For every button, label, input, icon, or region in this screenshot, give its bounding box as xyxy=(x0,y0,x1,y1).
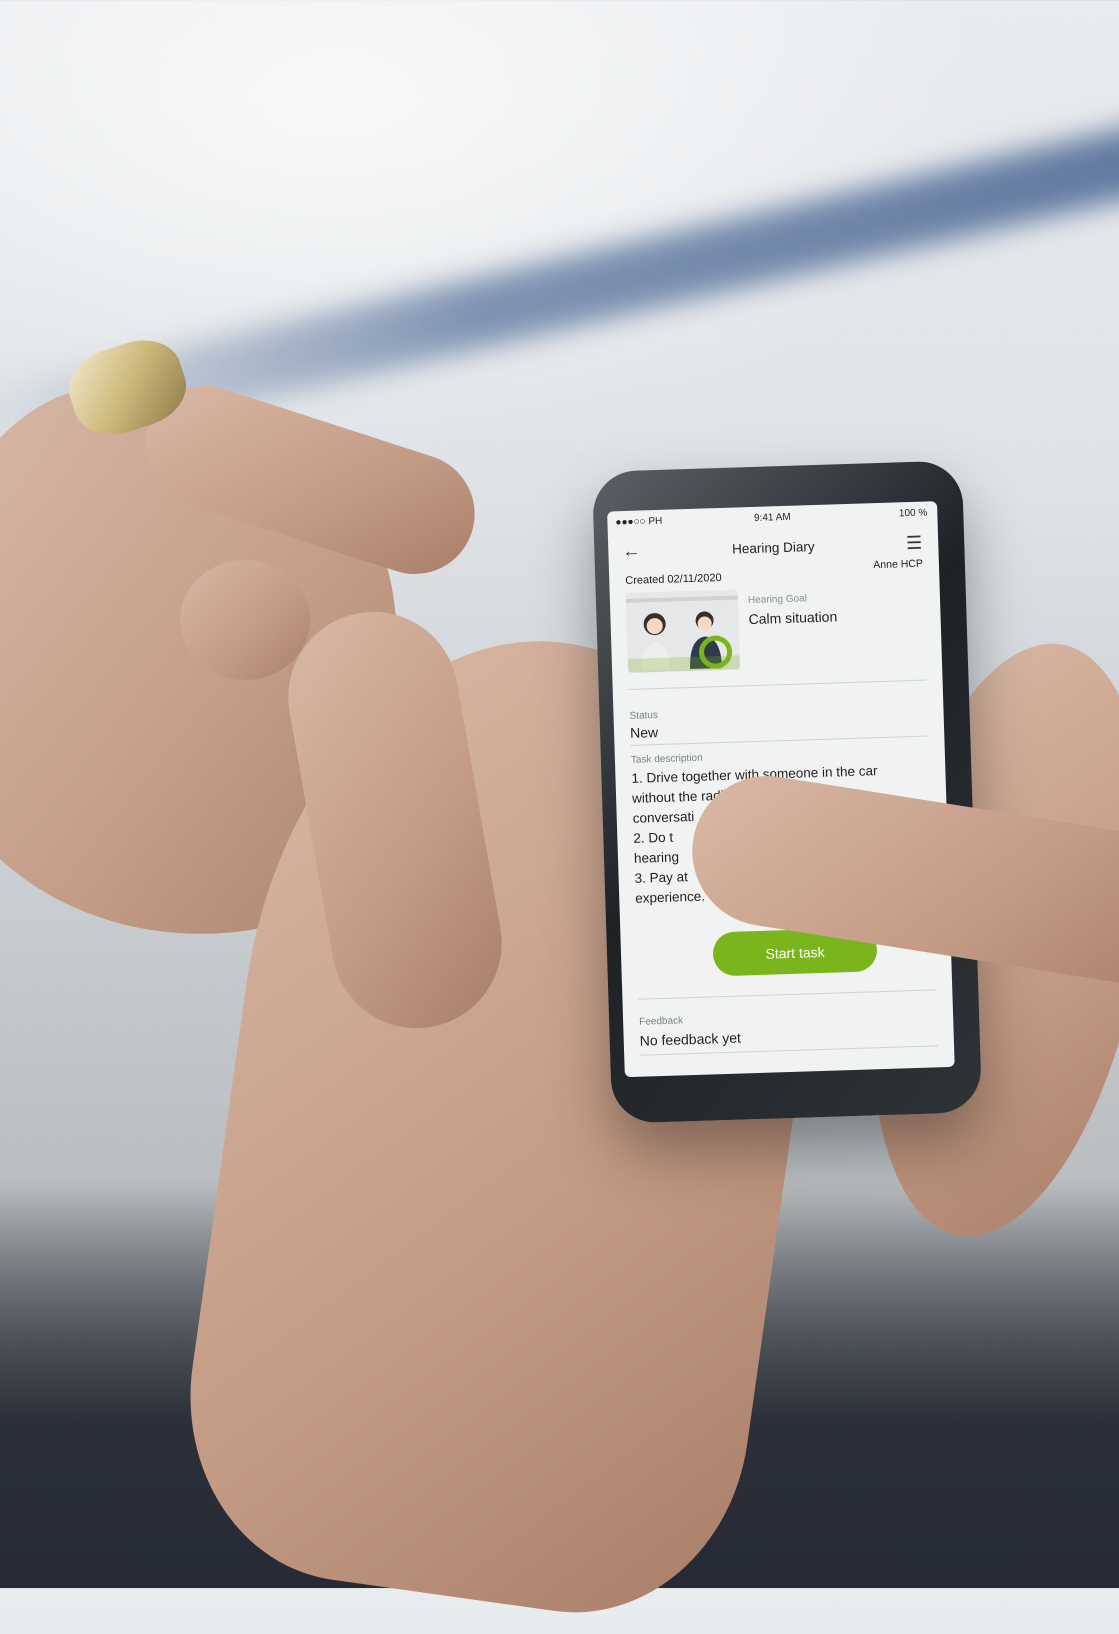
author-name: Anne HCP xyxy=(873,557,924,572)
divider xyxy=(638,989,937,1000)
car-illustration xyxy=(625,589,741,673)
feedback-value: No feedback yet xyxy=(639,1029,742,1049)
hearing-goal-label: Hearing Goal xyxy=(747,593,808,607)
left-thumb xyxy=(180,560,310,680)
divider xyxy=(628,679,927,690)
feedback-label: Feedback xyxy=(638,1015,684,1028)
status-label: Status xyxy=(629,710,659,722)
hamburger-menu-icon[interactable]: ☰ xyxy=(906,533,923,554)
clock: 9:41 AM xyxy=(753,511,791,524)
hearing-goal-value: Calm situation xyxy=(748,608,838,628)
divider xyxy=(630,735,929,746)
battery-indicator: 100 % xyxy=(898,507,928,520)
task-description-label: Task description xyxy=(630,752,703,766)
status-value: New xyxy=(629,724,659,741)
created-date: Created 02/11/2020 xyxy=(625,571,722,587)
page-title: Hearing Diary xyxy=(731,539,815,557)
car-scene-icon xyxy=(625,589,741,673)
